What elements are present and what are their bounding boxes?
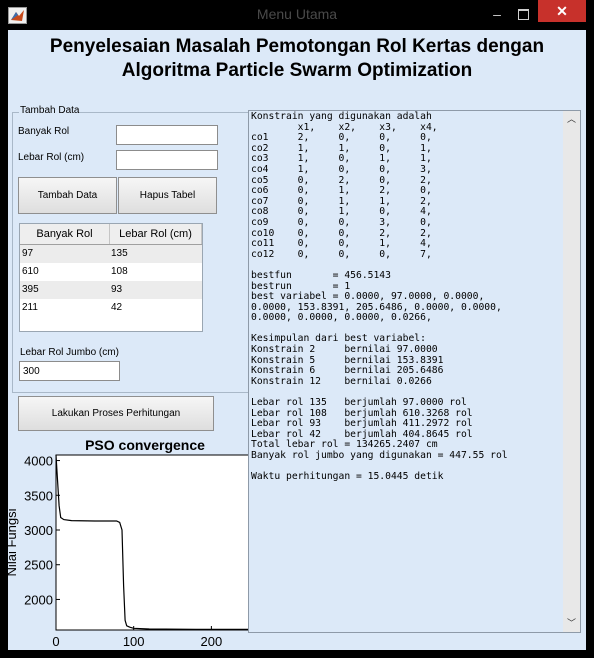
output-line: 0.0000, 153.8391, 205.6486, 0.0000, 0.00… xyxy=(251,301,502,313)
output-line: co1 2, 0, 0, 0, xyxy=(251,132,432,144)
y-axis-label: Nilai Fungsi xyxy=(8,508,19,576)
maximize-button[interactable] xyxy=(510,4,536,24)
table-cell[interactable]: 395 xyxy=(20,281,109,299)
banyak-rol-input[interactable] xyxy=(116,125,218,145)
chart-title: PSO convergence xyxy=(85,437,205,453)
jumbo-label: Lebar Rol Jumbo (cm) xyxy=(20,347,119,358)
table-row[interactable]: 395 93 xyxy=(20,281,202,299)
page-title-line-1: Penyelesaian Masalah Pemotongan Rol Kert… xyxy=(49,36,545,57)
output-line: best variabel = 0.0000, 97.0000, 0.0000, xyxy=(251,291,485,303)
table-row[interactable]: 211 42 xyxy=(20,299,202,317)
minimize-button[interactable]: – xyxy=(484,4,510,24)
output-line: co2 1, 1, 0, 1, xyxy=(251,142,432,154)
output-line: Konstrain 12 bernilai 0.0266 xyxy=(251,375,432,387)
output-line: co4 1, 0, 0, 3, xyxy=(251,163,432,175)
proses-perhitungan-button[interactable]: Lakukan Proses Perhitungan xyxy=(18,396,214,431)
output-line: Konstrain yang digunakan adalah xyxy=(251,111,432,122)
col-header-lebar-rol[interactable]: Lebar Rol (cm) xyxy=(110,224,202,244)
output-line: co10 0, 0, 2, 2, xyxy=(251,227,432,239)
output-line: co3 1, 0, 1, 1, xyxy=(251,153,432,165)
data-table[interactable]: Banyak Rol Lebar Rol (cm) 97 135 610 108… xyxy=(19,223,203,332)
output-text: Konstrain yang digunakan adalah x1, x2, … xyxy=(251,111,561,483)
output-line: co8 0, 1, 0, 4, xyxy=(251,206,432,218)
table-row[interactable]: 97 135 xyxy=(20,245,202,263)
output-line: Konstrain 5 bernilai 153.8391 xyxy=(251,354,444,366)
output-line: Lebar rol 135 berjumlah 97.0000 rol xyxy=(251,397,467,409)
app-window: Menu Utama – ✕ Penyelesaian Masalah Pemo… xyxy=(0,0,594,658)
table-cell[interactable]: 42 xyxy=(109,299,200,317)
table-cell[interactable]: 610 xyxy=(20,263,109,281)
output-line: Waktu perhitungan = 15.0445 detik xyxy=(251,471,444,483)
output-line: x1, x2, x3, x4, xyxy=(297,121,438,133)
output-line: Lebar rol 42 berjumlah 404.8645 rol xyxy=(251,428,473,440)
output-line: Banyak rol jumbo yang digunakan = 447.55… xyxy=(251,450,508,461)
page-title-line-2: Algoritma Particle Swarm Optimization xyxy=(121,60,473,81)
x-tick-label: 200 xyxy=(201,634,223,649)
panel-title: Tambah Data xyxy=(19,105,81,116)
lebar-rol-label: Lebar Rol (cm) xyxy=(18,152,85,163)
col-header-banyak-rol[interactable]: Banyak Rol xyxy=(20,224,110,244)
output-listbox[interactable]: Konstrain yang digunakan adalah x1, x2, … xyxy=(248,110,581,633)
lebar-rol-input[interactable] xyxy=(116,150,218,170)
y-tick-label: 4000 xyxy=(24,454,53,469)
output-line: bestfun = 456.5143 xyxy=(251,269,391,281)
jumbo-input[interactable]: 300 xyxy=(19,361,120,381)
output-line: Total lebar rol = 134265.2407 cm xyxy=(251,439,438,451)
convergence-chart: PSO convergence Nilai Fungsi 2000 2500 3000 3… xyxy=(4,435,259,650)
table-cell[interactable]: 108 xyxy=(109,263,200,281)
vertical-scrollbar[interactable]: ︿ ﹀ xyxy=(563,111,580,632)
x-tick-label: 0 xyxy=(52,634,59,649)
table-cell[interactable]: 211 xyxy=(20,299,109,317)
tambah-data-button[interactable]: Tambah Data xyxy=(18,177,117,214)
output-line: Konstrain 2 bernilai 97.0000 xyxy=(251,344,438,356)
output-line: co6 0, 1, 2, 0, xyxy=(251,185,432,197)
table-cell[interactable]: 135 xyxy=(109,245,200,263)
y-tick-label: 3000 xyxy=(24,523,53,538)
table-cell[interactable]: 93 xyxy=(109,281,200,299)
chart-svg: PSO convergenceNilai Fungsi2000250030003… xyxy=(4,437,259,649)
output-line: Konstrain 6 bernilai 205.6486 xyxy=(251,365,444,377)
output-line: co5 0, 2, 0, 2, xyxy=(251,174,432,186)
x-tick-label: 100 xyxy=(123,634,145,649)
output-line: Kesimpulan dari best variabel: xyxy=(251,333,426,345)
y-tick-label: 2000 xyxy=(24,592,53,607)
scroll-up-icon[interactable]: ︿ xyxy=(563,111,580,128)
y-tick-label: 3500 xyxy=(24,488,53,503)
output-line: Lebar rol 93 berjumlah 411.2972 rol xyxy=(251,418,473,430)
output-line: co11 0, 0, 1, 4, xyxy=(251,238,432,250)
hapus-tabel-button[interactable]: Hapus Tabel xyxy=(118,177,217,214)
scroll-down-icon[interactable]: ﹀ xyxy=(563,615,580,632)
maximize-icon xyxy=(518,9,529,20)
plot-area xyxy=(55,454,259,631)
table-body: 97 135 610 108 395 93 211 42 xyxy=(20,245,202,317)
output-line: co7 0, 1, 1, 2, xyxy=(251,195,432,207)
table-cell[interactable]: 97 xyxy=(20,245,109,263)
client-area: Penyelesaian Masalah Pemotongan Rol Kert… xyxy=(4,30,586,650)
table-header: Banyak Rol Lebar Rol (cm) xyxy=(20,224,202,245)
y-tick-label: 2500 xyxy=(24,558,53,573)
output-line: co12 0, 0, 0, 7, xyxy=(251,248,432,260)
title-bar[interactable]: Menu Utama – ✕ xyxy=(0,0,594,30)
output-line: Lebar rol 108 berjumlah 610.3268 rol xyxy=(251,407,473,419)
output-line: 0.0000, 0.0000, 0.0000, 0.0266, xyxy=(251,312,432,324)
output-line: co9 0, 0, 3, 0, xyxy=(251,216,432,228)
output-line: bestrun = 1 xyxy=(251,280,351,292)
banyak-rol-label: Banyak Rol xyxy=(18,126,70,137)
close-button[interactable]: ✕ xyxy=(538,0,586,22)
table-row[interactable]: 610 108 xyxy=(20,263,202,281)
page-title: Penyelesaian Masalah Pemotongan Rol Kert… xyxy=(8,35,586,83)
